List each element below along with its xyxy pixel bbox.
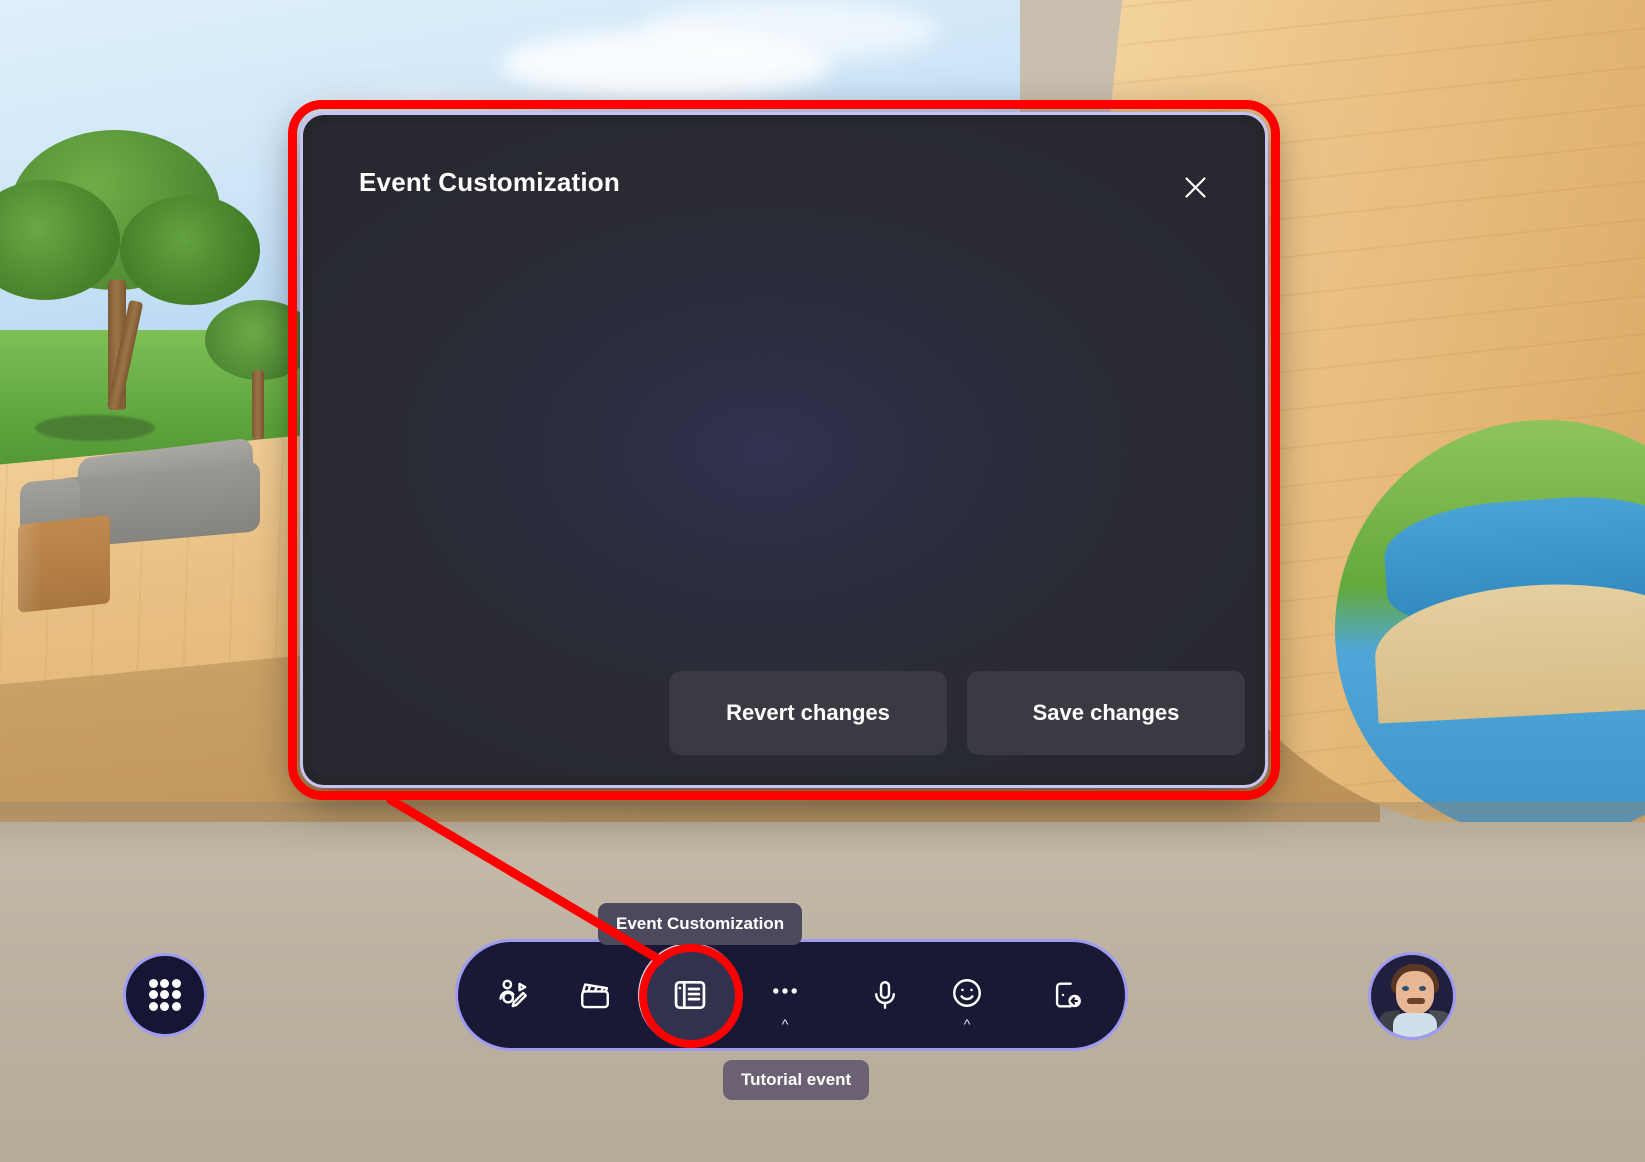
meeting-toolbar: ^ ^	[455, 939, 1128, 1051]
microphone-icon	[875, 981, 895, 1009]
revert-changes-button[interactable]: Revert changes	[669, 671, 947, 755]
grid-dot	[160, 979, 170, 989]
leave-button[interactable]	[1026, 942, 1108, 1048]
avatar-face	[1396, 971, 1434, 1015]
grid-dot	[160, 1001, 170, 1011]
save-changes-button[interactable]: Save changes	[967, 671, 1245, 755]
toolbar-divider	[826, 942, 844, 1048]
avatar-edit-icon	[499, 979, 527, 1008]
grid-dot	[149, 979, 159, 989]
toolbar-divider	[1008, 942, 1026, 1048]
grid-dot	[171, 990, 181, 1000]
more-options-button[interactable]: ^	[744, 942, 826, 1048]
dialog-header: Event Customization	[311, 123, 1257, 231]
bush	[35, 415, 155, 441]
user-avatar[interactable]	[1368, 952, 1456, 1040]
chevron-up-icon: ^	[963, 1016, 971, 1032]
avatar-eye	[1402, 986, 1409, 991]
emoji-icon	[953, 979, 981, 1007]
video-effects-button[interactable]	[554, 942, 636, 1048]
side-table	[18, 515, 110, 613]
grid-dot	[149, 1001, 159, 1011]
leave-icon	[1055, 982, 1081, 1008]
tutorial-event-badge: Tutorial event	[723, 1060, 870, 1100]
video-clapperboard-icon	[581, 983, 609, 1009]
more-options-icon	[773, 988, 797, 994]
event-customization-dialog: Event Customization Revert changes Save …	[300, 112, 1268, 788]
grid-dot	[149, 990, 159, 1000]
tooltip-event-customization: Event Customization	[598, 903, 803, 945]
grid-dot	[171, 1001, 181, 1011]
page-title: Event Customization	[359, 167, 620, 197]
close-button[interactable]	[1169, 161, 1221, 213]
cloud	[640, 0, 940, 60]
avatar-shirt	[1393, 1013, 1437, 1037]
event-customization-button[interactable]	[638, 943, 742, 1047]
floor-shadow	[0, 802, 1645, 862]
microphone-button[interactable]	[844, 942, 926, 1048]
grid-dot	[171, 979, 181, 989]
avatar-mustache	[1407, 998, 1425, 1004]
toolbar-group-left	[458, 942, 636, 1048]
chevron-up-icon: ^	[781, 1016, 789, 1032]
avatar-edit-button[interactable]	[472, 942, 554, 1048]
apps-grid-button[interactable]	[123, 953, 207, 1037]
close-icon	[1184, 176, 1206, 198]
event-customization-icon	[674, 980, 706, 1010]
dialog-surface: Event Customization Revert changes Save …	[311, 123, 1257, 777]
toolbar-group-right: ^ ^	[744, 942, 1120, 1048]
avatar-eye	[1419, 986, 1426, 991]
reactions-button[interactable]: ^	[926, 942, 1008, 1048]
grid-dot	[160, 990, 170, 1000]
dialog-footer: Revert changes Save changes	[311, 647, 1257, 777]
